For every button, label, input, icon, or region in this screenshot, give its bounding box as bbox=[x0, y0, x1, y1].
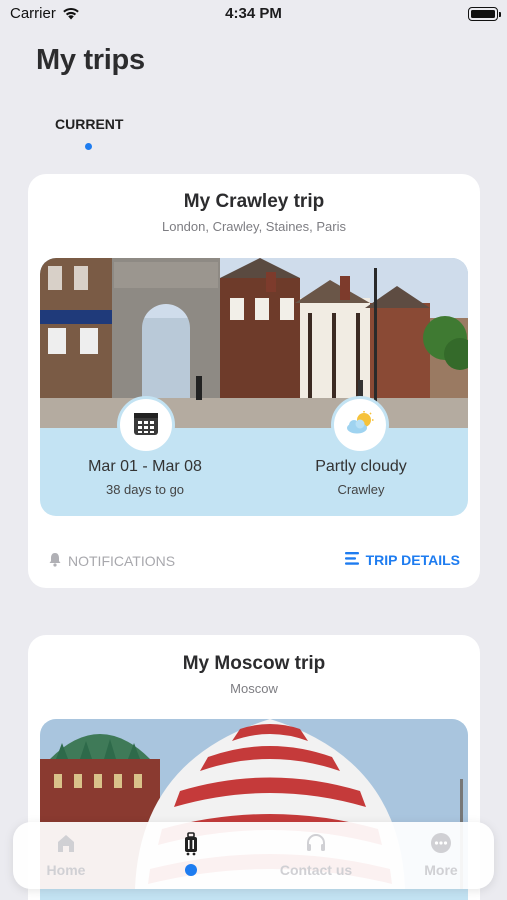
notifications-button[interactable]: NOTIFICATIONS bbox=[48, 552, 175, 570]
trip-details-button[interactable]: TRIP DETAILS bbox=[344, 552, 460, 568]
trip-card[interactable]: My Crawley trip London, Crawley, Staines… bbox=[28, 174, 480, 588]
trip-countdown: 38 days to go bbox=[105, 482, 185, 497]
list-icon bbox=[344, 552, 359, 568]
trip-title: My Crawley trip bbox=[183, 191, 325, 212]
weather-city: Crawley bbox=[337, 482, 385, 497]
tab-current[interactable]: CURRENT bbox=[55, 116, 123, 132]
trip-summary-panel[interactable]: Mar 01 - Mar 08 38 days to go Partly clo… bbox=[40, 258, 468, 516]
trip-details-label: TRIP DETAILS bbox=[365, 552, 460, 568]
tab-more[interactable]: More bbox=[391, 822, 491, 889]
weather-condition: Partly cloudy bbox=[315, 458, 407, 475]
bottom-tab-bar: Home Contact us More bbox=[13, 822, 494, 889]
status-bar: Carrier 4:34 PM bbox=[0, 0, 507, 30]
weather-icon-badge bbox=[331, 396, 389, 454]
tab-home[interactable]: Home bbox=[16, 822, 116, 889]
trip-dates: Mar 01 - Mar 08 bbox=[88, 458, 202, 475]
bell-icon bbox=[48, 552, 62, 570]
calendar-icon-badge bbox=[117, 396, 175, 454]
clock: 4:34 PM bbox=[225, 5, 282, 22]
calendar-icon bbox=[132, 409, 160, 442]
tab-more-label: More bbox=[424, 862, 458, 878]
active-tab-dot bbox=[185, 864, 197, 876]
battery-icon bbox=[468, 7, 501, 21]
tab-indicator-dot bbox=[85, 143, 92, 150]
notifications-label: NOTIFICATIONS bbox=[68, 553, 176, 569]
page-title: My trips bbox=[36, 44, 145, 76]
trip-title: My Moscow trip bbox=[182, 653, 326, 674]
trip-cities: London, Crawley, Staines, Paris bbox=[161, 219, 347, 234]
more-icon bbox=[430, 832, 452, 859]
home-icon bbox=[55, 832, 77, 859]
trip-cities: Moscow bbox=[230, 681, 278, 696]
tab-home-label: Home bbox=[46, 862, 86, 878]
tab-contact-us[interactable]: Contact us bbox=[266, 822, 366, 889]
tab-trips[interactable] bbox=[141, 822, 241, 889]
headset-icon bbox=[305, 832, 327, 859]
luggage-icon bbox=[183, 832, 199, 861]
partly-cloudy-icon bbox=[345, 410, 375, 440]
tab-contact-label: Contact us bbox=[279, 862, 353, 878]
trip-photo bbox=[40, 258, 468, 428]
